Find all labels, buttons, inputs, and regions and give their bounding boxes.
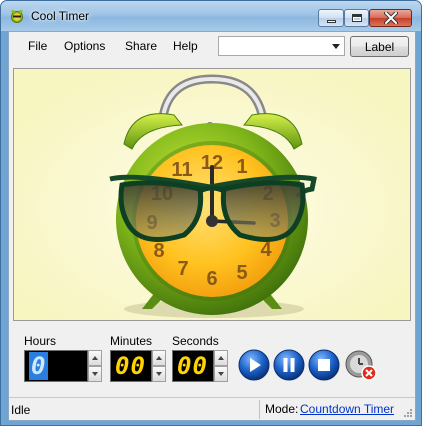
hours-label: Hours [24,334,57,348]
minimize-button[interactable] [318,9,344,27]
chevron-up-icon [92,356,98,360]
alarm-off-icon [345,350,377,381]
window-title: Cool Timer [31,9,90,23]
minutes-spinner[interactable] [152,350,166,382]
close-icon [383,12,398,24]
svg-text:11: 11 [171,159,192,181]
maximize-icon [351,14,362,22]
svg-text:5: 5 [236,262,247,284]
minutes-down-button[interactable] [152,366,166,382]
svg-text:7: 7 [177,258,188,280]
minutes-up-button[interactable] [152,350,166,366]
maximize-button[interactable] [344,9,369,27]
svg-text:1: 1 [236,156,247,178]
status-bar: Idle Mode: Countdown Timer [9,397,415,420]
stop-icon [318,359,330,371]
clock-picture: 12 1 2 3 4 5 6 7 8 9 10 11 [13,68,411,321]
seconds-down-button[interactable] [214,366,228,382]
resize-grip-icon[interactable] [403,408,413,418]
minutes-label: Minutes [110,334,153,348]
title-bar[interactable]: Cool Timer [1,1,421,31]
svg-text:8: 8 [153,240,164,262]
menu-bar: File Options Share Help Label [9,32,415,60]
chevron-down-icon [156,372,162,376]
alarm-off-button[interactable] [345,349,377,381]
play-button[interactable] [238,349,270,381]
app-clock-icon [11,9,23,23]
label-button[interactable]: Label [350,36,409,57]
seconds-label: Seconds [172,334,219,348]
chevron-up-icon [156,356,162,360]
app-window: Cool Timer File Options Share Help Label… [0,0,422,426]
menu-share[interactable]: Share [125,39,157,53]
minutes-value: 00 [115,352,146,380]
client-area: File Options Share Help Label 12 1 4 5 6… [8,31,416,421]
hours-value: 0 [29,352,49,380]
menu-file[interactable]: File [28,39,47,53]
minutes-input[interactable]: 00 [110,350,152,382]
stop-button[interactable] [308,349,340,381]
seconds-spinner[interactable] [214,350,228,382]
mode-link[interactable]: Countdown Timer [300,402,394,416]
seconds-up-button[interactable] [214,350,228,366]
chevron-down-icon [218,372,224,376]
svg-text:6: 6 [206,268,217,290]
chevron-down-icon[interactable] [332,44,340,49]
menu-options[interactable]: Options [64,39,105,53]
minimize-icon [326,19,336,23]
alarm-clock-with-sunglasses-image: 12 1 2 3 4 5 6 7 8 9 10 11 [14,69,410,320]
pause-button[interactable] [273,349,305,381]
seconds-value: 00 [177,352,208,380]
status-divider [259,400,260,419]
seconds-input[interactable]: 00 [172,350,214,382]
mode-label: Mode: [265,402,299,416]
menu-help[interactable]: Help [173,39,198,53]
svg-text:4: 4 [260,239,272,261]
hours-up-button[interactable] [88,350,102,366]
status-state: Idle [11,403,31,417]
hours-spinner[interactable] [88,350,102,382]
hours-down-button[interactable] [88,366,102,382]
close-button[interactable] [369,9,412,27]
label-combo[interactable] [218,36,345,56]
chevron-down-icon [92,372,98,376]
chevron-up-icon [218,356,224,360]
hours-input[interactable]: 0 [24,350,88,382]
